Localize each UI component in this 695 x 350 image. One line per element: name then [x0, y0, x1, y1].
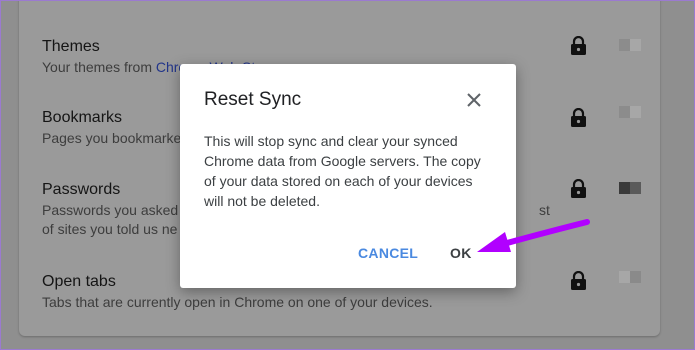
sync-toggle-themes[interactable] — [619, 39, 641, 51]
row-desc-passwords-fragment: st — [539, 202, 550, 218]
lock-icon — [571, 108, 586, 127]
row-desc-open-tabs: Tabs that are currently open in Chrome o… — [42, 294, 433, 310]
reset-sync-dialog: Reset Sync This will stop sync and clear… — [180, 64, 516, 288]
lock-icon — [571, 179, 586, 198]
sync-toggle-bookmarks[interactable] — [619, 106, 641, 118]
close-icon[interactable] — [464, 90, 484, 110]
ok-button[interactable]: OK — [450, 245, 472, 261]
row-desc-themes-text: Your themes from — [42, 59, 156, 75]
cancel-button[interactable]: CANCEL — [358, 245, 418, 261]
sync-toggle-passwords[interactable] — [619, 182, 641, 194]
row-title-themes: Themes — [42, 38, 100, 55]
arrow-annotation-icon — [477, 219, 590, 252]
sync-toggle-open-tabs[interactable] — [619, 271, 641, 283]
dialog-title: Reset Sync — [204, 89, 302, 110]
dialog-body: This will stop sync and clear your synce… — [204, 133, 481, 209]
lock-icon — [571, 36, 586, 55]
lock-icon — [571, 271, 586, 290]
screenshot-frame: Themes Your themes from Chrome Web Store… — [0, 0, 695, 350]
